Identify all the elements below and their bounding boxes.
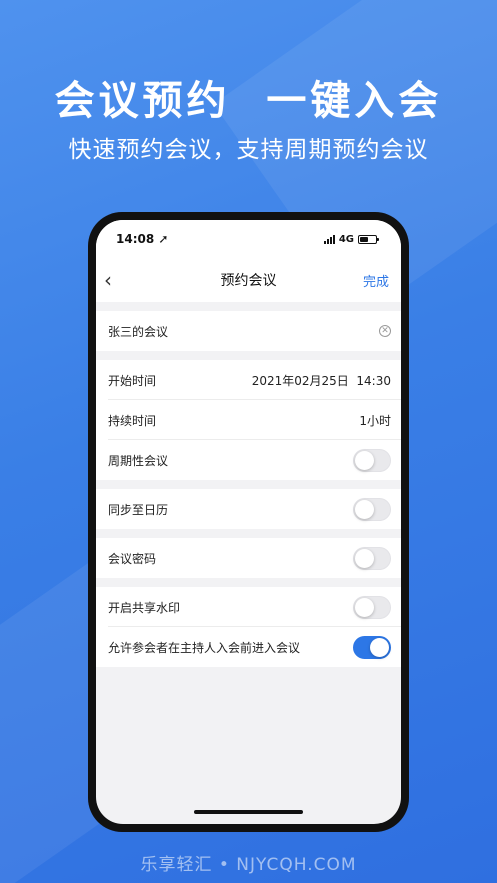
join-before-host-label: 允许参会者在主持人入会前进入会议 bbox=[108, 640, 301, 655]
done-button[interactable]: 完成 bbox=[363, 271, 389, 290]
sync-calendar-toggle[interactable] bbox=[353, 497, 391, 521]
chevron-left-icon[interactable]: ‹ bbox=[104, 268, 144, 292]
network-label: 4G bbox=[338, 233, 354, 245]
nav-bar: ‹ 预约会议 完成 bbox=[96, 258, 401, 302]
signal-icon bbox=[323, 234, 335, 244]
duration-value: 1小时 bbox=[359, 413, 391, 428]
duration-row[interactable]: 持续时间 1小时 bbox=[96, 400, 401, 440]
meeting-topic-value: 张三的会议 bbox=[108, 324, 169, 339]
phone-screen: 14:08 ➚ 4G ‹ 预约会议 完成 张三的会议 ✕ 开始时间 2021年0… bbox=[96, 220, 401, 824]
recurring-toggle[interactable] bbox=[353, 448, 391, 472]
home-indicator bbox=[194, 810, 303, 814]
join-before-host-row: 允许参会者在主持人入会前进入会议 bbox=[96, 627, 401, 667]
duration-label: 持续时间 bbox=[108, 413, 157, 428]
clear-icon[interactable]: ✕ bbox=[379, 325, 391, 337]
promo-subline: 快速预约会议，支持周期预约会议 bbox=[68, 137, 429, 163]
recurring-label: 周期性会议 bbox=[108, 453, 169, 468]
status-indicators: 4G bbox=[323, 233, 379, 245]
password-label: 会议密码 bbox=[108, 551, 157, 566]
meeting-topic-field[interactable]: 张三的会议 ✕ bbox=[96, 311, 401, 351]
password-row: 会议密码 bbox=[96, 538, 401, 578]
password-toggle[interactable] bbox=[353, 546, 391, 570]
join-before-host-toggle[interactable] bbox=[353, 635, 391, 659]
start-time-value: 2021年02月25日 14:30 bbox=[251, 373, 391, 388]
watermark-toggle[interactable] bbox=[353, 595, 391, 619]
status-bar: 14:08 ➚ 4G bbox=[96, 220, 401, 258]
footer-watermark: 乐享轻汇 • NJYCQH.COM bbox=[140, 855, 357, 875]
start-time-row[interactable]: 开始时间 2021年02月25日 14:30 bbox=[96, 360, 401, 400]
recurring-row: 周期性会议 bbox=[96, 440, 401, 480]
start-time-label: 开始时间 bbox=[108, 373, 157, 388]
watermark-row: 开启共享水印 bbox=[96, 587, 401, 627]
phone-frame: 14:08 ➚ 4G ‹ 预约会议 完成 张三的会议 ✕ 开始时间 2021年0… bbox=[88, 212, 409, 832]
battery-icon bbox=[358, 234, 379, 244]
sync-calendar-row: 同步至日历 bbox=[96, 489, 401, 529]
promo-headline: 会议预约 一键入会 bbox=[54, 78, 443, 124]
watermark-label: 开启共享水印 bbox=[108, 600, 181, 615]
status-time: 14:08 ➚ bbox=[116, 232, 169, 246]
sync-calendar-label: 同步至日历 bbox=[108, 502, 169, 517]
